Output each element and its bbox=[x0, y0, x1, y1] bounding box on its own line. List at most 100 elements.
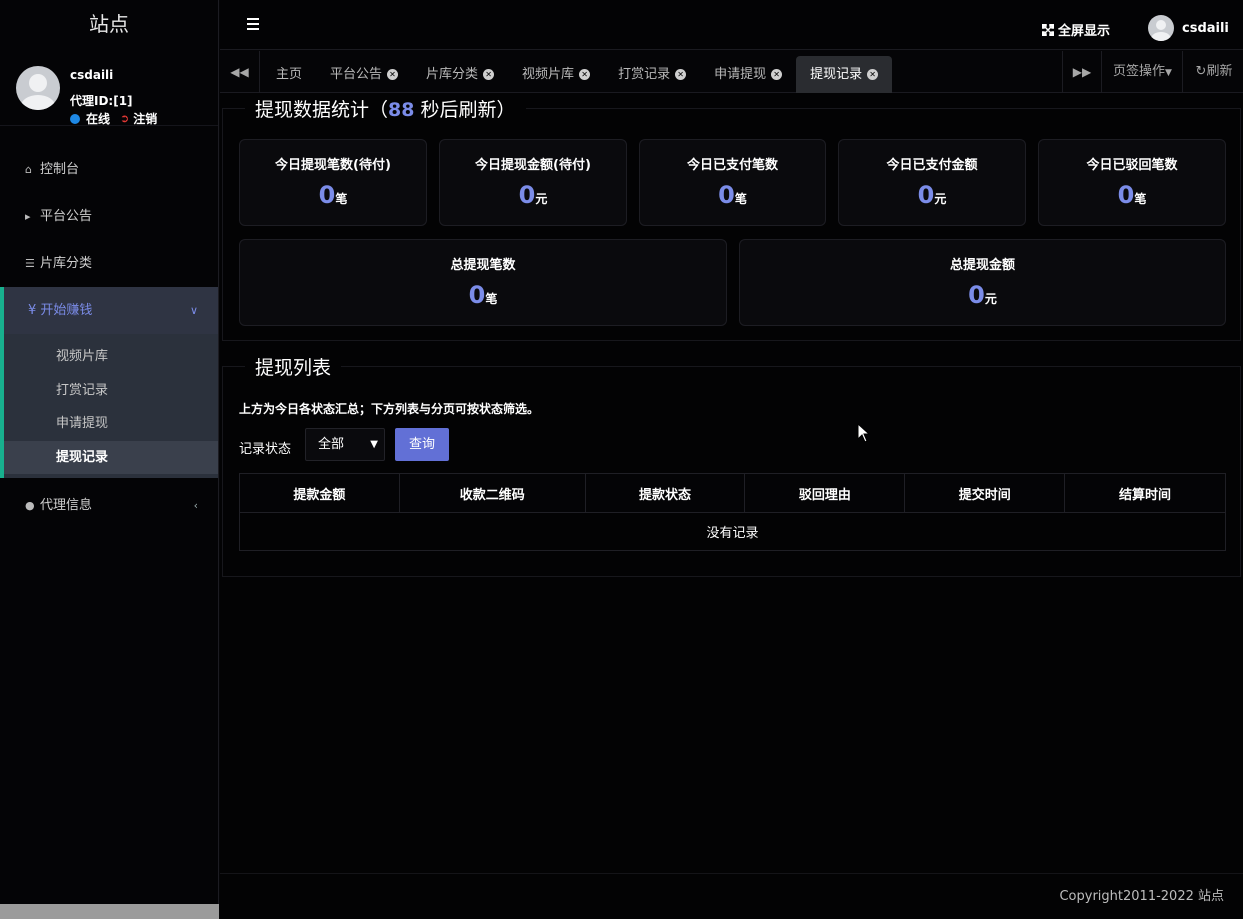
sidebar-item-agent-info[interactable]: ● 代理信息 ‹ bbox=[0, 484, 218, 528]
mouse-cursor-icon bbox=[857, 423, 871, 443]
tab-prev-button[interactable]: ◀◀ bbox=[220, 51, 260, 93]
query-button[interactable]: 查询 bbox=[395, 428, 449, 461]
close-icon[interactable]: ✕ bbox=[867, 69, 879, 80]
copyright: Copyright2011-2022 站点 bbox=[1059, 889, 1224, 904]
tab-ops-label: 页签操作 bbox=[1113, 64, 1166, 79]
status-select-value: 全部 bbox=[318, 437, 345, 452]
avatar bbox=[16, 66, 60, 110]
stat-card-today-pending-count: 今日提现笔数(待付) 0笔 bbox=[239, 139, 427, 226]
close-icon[interactable]: ✕ bbox=[675, 69, 687, 80]
close-icon[interactable]: ✕ bbox=[483, 69, 495, 80]
chevron-left-icon: ‹ bbox=[193, 499, 198, 512]
chevron-down-icon: ∨ bbox=[189, 304, 198, 317]
tab-list: 主页 平台公告 ✕ 片库分类 ✕ 视频片库 ✕ 打赏记录 ✕ 申请提现 ✕ 提现… bbox=[262, 56, 893, 93]
column-header[interactable]: 提款状态 bbox=[584, 473, 746, 513]
table-row: 没有记录 bbox=[239, 512, 1226, 551]
online-label: 在线 bbox=[86, 112, 111, 126]
stat-value: 0 bbox=[917, 181, 935, 209]
submenu: 视频片库 打赏记录 申请提现 提现记录 bbox=[0, 334, 218, 478]
sidebar-item-tip-records[interactable]: 打赏记录 bbox=[0, 374, 218, 408]
refresh-button[interactable]: ↻刷新 bbox=[1184, 51, 1243, 93]
tab-home[interactable]: 主页 bbox=[262, 56, 316, 93]
expand-icon bbox=[1042, 23, 1054, 36]
stat-unit: 笔 bbox=[1134, 192, 1147, 206]
close-icon[interactable]: ✕ bbox=[387, 69, 399, 80]
sidebar-item-label: 代理信息 bbox=[40, 498, 93, 513]
tab-tip-records[interactable]: 打赏记录 ✕ bbox=[604, 56, 700, 93]
status-select[interactable]: 全部 ▼ bbox=[305, 428, 385, 461]
user-panel: csdaili 代理ID:[1] 在线 ➲ 注销 bbox=[0, 50, 218, 126]
bullhorn-icon: ▸ bbox=[25, 210, 31, 223]
tab-apply-withdraw[interactable]: 申请提现 ✕ bbox=[700, 56, 796, 93]
sidebar-item-apply-withdraw[interactable]: 申请提现 bbox=[0, 407, 218, 441]
tab-announcements[interactable]: 平台公告 ✕ bbox=[316, 56, 412, 93]
stat-unit: 元 bbox=[535, 192, 548, 206]
top-header: 全屏显示 csdaili bbox=[220, 0, 1243, 50]
sidebar-item-label: 控制台 bbox=[40, 162, 80, 177]
stat-card-total-count: 总提现笔数 0笔 bbox=[239, 239, 727, 326]
home-icon: ⌂ bbox=[25, 163, 32, 176]
tab-label: 片库分类 bbox=[426, 67, 479, 82]
stat-label: 今日提现笔数(待付) bbox=[275, 158, 391, 173]
stat-card-today-pending-amount: 今日提现金额(待付) 0元 bbox=[439, 139, 627, 226]
column-header[interactable]: 结算时间 bbox=[1064, 473, 1226, 513]
user-status: 在线 ➲ 注销 bbox=[70, 110, 157, 127]
logout-link[interactable]: 注销 bbox=[133, 110, 157, 127]
stat-label: 今日已驳回笔数 bbox=[1086, 158, 1178, 173]
refresh-icon: ↻ bbox=[1195, 64, 1207, 79]
filter-label: 记录状态 bbox=[239, 442, 292, 457]
refresh-label: 刷新 bbox=[1206, 64, 1233, 79]
stat-unit: 元 bbox=[984, 292, 997, 306]
stat-value: 0 bbox=[468, 281, 486, 309]
user-name: csdaili bbox=[70, 68, 114, 82]
stat-value: 0 bbox=[718, 181, 735, 209]
user-icon: ● bbox=[25, 499, 35, 512]
column-header[interactable]: 驳回理由 bbox=[744, 473, 906, 513]
stat-value: 0 bbox=[968, 281, 985, 309]
close-icon[interactable]: ✕ bbox=[771, 69, 783, 80]
stat-card-today-paid-count: 今日已支付笔数 0笔 bbox=[639, 139, 826, 226]
sidebar-item-earn-money[interactable]: ¥ 开始赚钱 ∨ bbox=[0, 287, 218, 334]
list-icon: ☰ bbox=[25, 257, 35, 270]
stat-label: 总提现笔数 bbox=[450, 258, 516, 273]
tab-label: 视频片库 bbox=[522, 67, 575, 82]
top-user-menu[interactable]: csdaili bbox=[1148, 15, 1229, 41]
agent-id: 代理ID:[1] bbox=[70, 94, 133, 108]
tab-label: 提现记录 bbox=[810, 67, 863, 82]
menu-toggle-icon[interactable] bbox=[247, 18, 259, 30]
column-header[interactable]: 提款金额 bbox=[239, 473, 400, 513]
tab-next-button[interactable]: ▶▶ bbox=[1062, 51, 1102, 93]
sidebar-item-dashboard[interactable]: ⌂ 控制台 bbox=[0, 146, 218, 193]
sidebar-item-announcements[interactable]: ▸ 平台公告 bbox=[0, 193, 218, 240]
tab-categories[interactable]: 片库分类 ✕ bbox=[412, 56, 508, 93]
sidebar-item-categories[interactable]: ☰ 片库分类 bbox=[0, 240, 218, 287]
sidebar-item-label: 平台公告 bbox=[40, 209, 93, 224]
stat-label: 今日已支付笔数 bbox=[686, 158, 778, 173]
top-username: csdaili bbox=[1182, 20, 1229, 36]
stat-label: 今日提现金额(待付) bbox=[475, 158, 591, 173]
online-dot-icon bbox=[70, 113, 80, 124]
stat-unit: 笔 bbox=[335, 192, 348, 206]
column-header[interactable]: 收款二维码 bbox=[398, 473, 586, 513]
tab-operations-dropdown[interactable]: 页签操作▼ bbox=[1103, 51, 1183, 93]
sidebar-item-video-library[interactable]: 视频片库 bbox=[0, 340, 218, 374]
close-icon[interactable]: ✕ bbox=[579, 69, 591, 80]
sidebar-item-withdraw-records[interactable]: 提现记录 bbox=[0, 440, 218, 474]
column-header[interactable]: 提交时间 bbox=[904, 473, 1066, 513]
empty-message: 没有记录 bbox=[239, 512, 1226, 551]
table-header-row: 提款金额 收款二维码 提款状态 驳回理由 提交时间 结算时间 bbox=[239, 473, 1226, 513]
tab-withdraw-records[interactable]: 提现记录 ✕ bbox=[796, 56, 893, 93]
avatar bbox=[1148, 15, 1174, 41]
logout-icon[interactable]: ➲ bbox=[120, 112, 129, 125]
tab-video-library[interactable]: 视频片库 ✕ bbox=[508, 56, 604, 93]
fullscreen-button[interactable]: 全屏显示 bbox=[1042, 20, 1110, 39]
tabs-bar: ◀◀ 主页 平台公告 ✕ 片库分类 ✕ 视频片库 ✕ 打赏记录 ✕ 申请提现 ✕… bbox=[220, 51, 1243, 93]
sidebar-item-label: 片库分类 bbox=[40, 256, 93, 271]
brand-logo[interactable]: 站点 bbox=[0, 0, 218, 50]
withdraw-list-fieldset: 提现列表 上方为今日各状态汇总；下方列表与分页可按状态筛选。 记录状态 全部 ▼… bbox=[222, 353, 1241, 577]
refresh-countdown: 88 bbox=[388, 99, 415, 121]
stat-label: 总提现金额 bbox=[949, 258, 1015, 273]
sidebar-scrollbar[interactable] bbox=[0, 904, 219, 919]
stats-title-suffix: 秒后刷新） bbox=[414, 99, 516, 121]
stats-title: 提现数据统计（88 秒后刷新） bbox=[245, 95, 526, 122]
